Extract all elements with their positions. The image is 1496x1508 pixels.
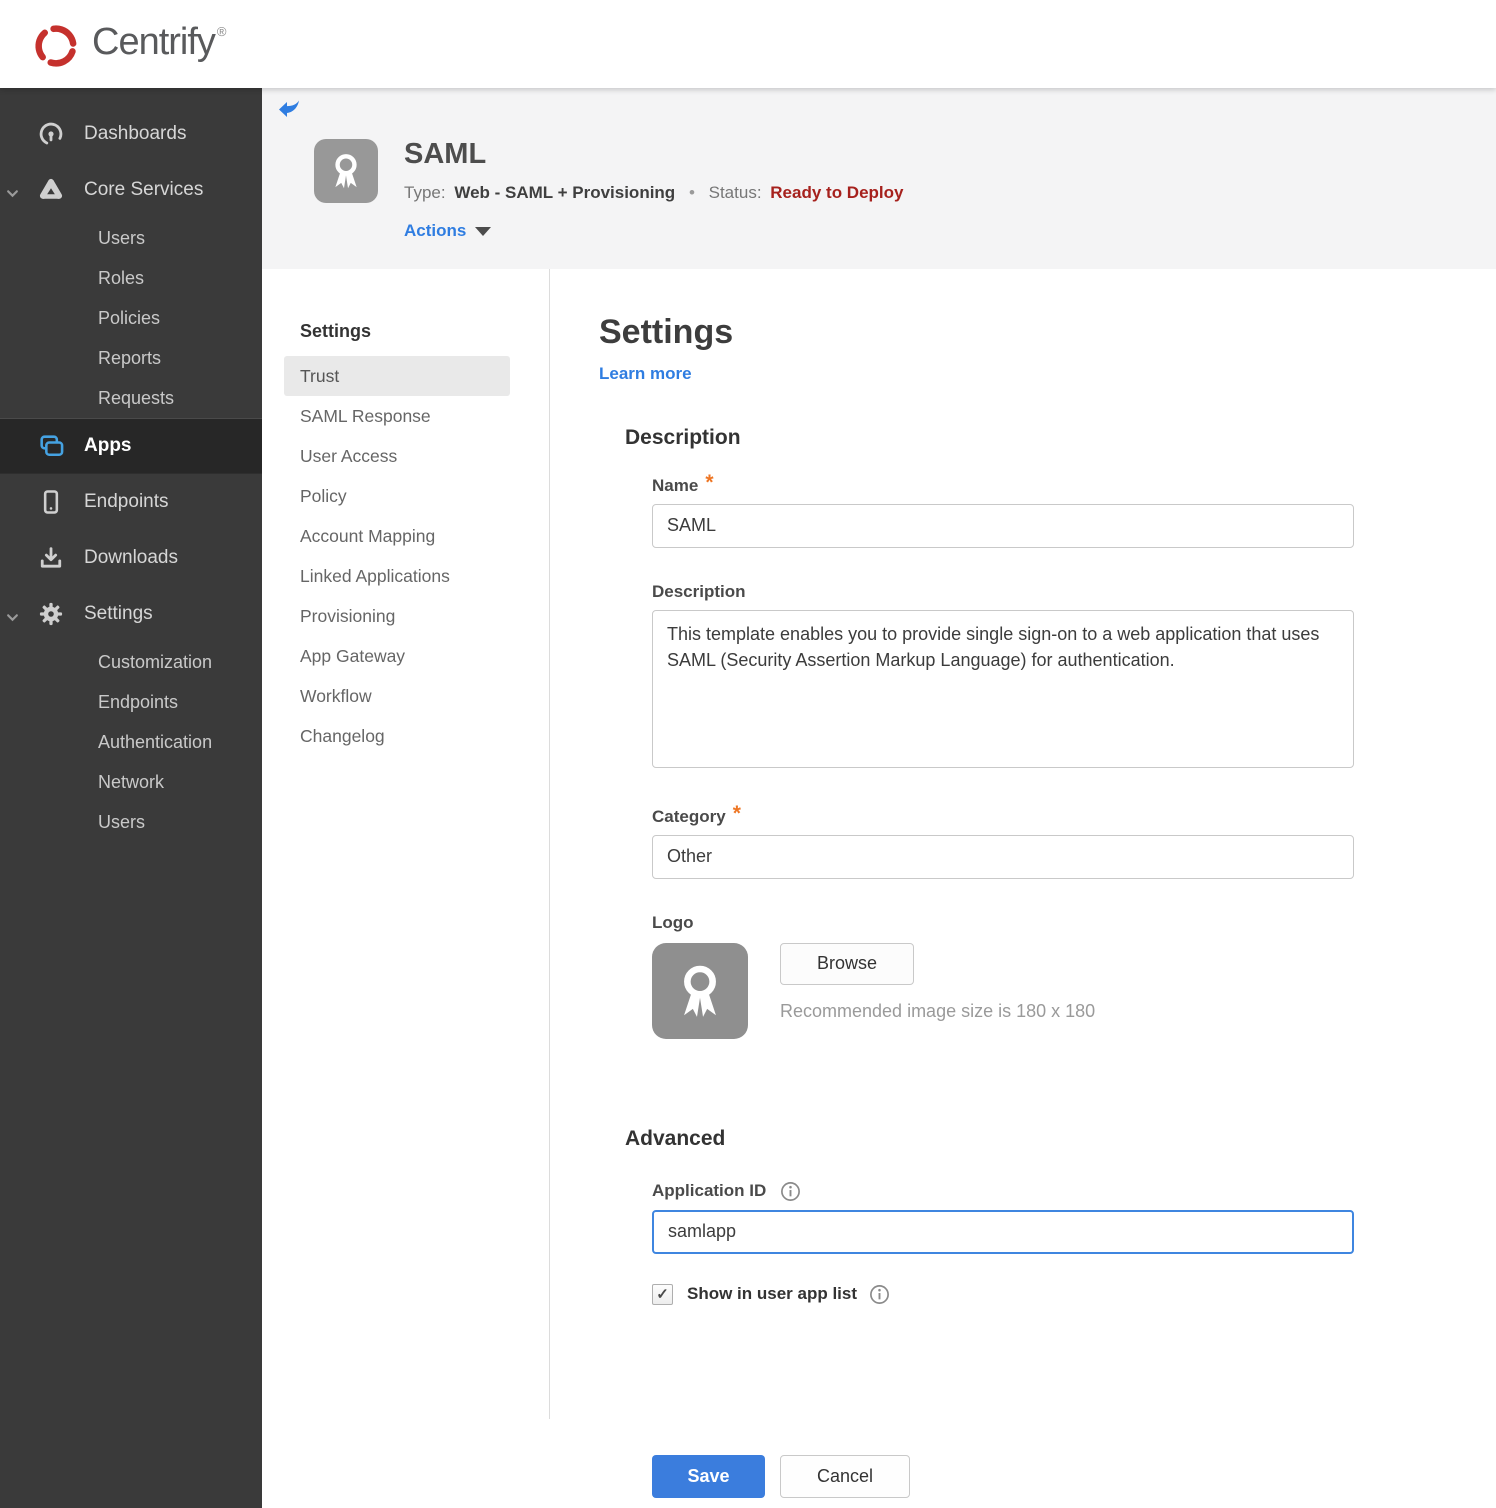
sidebar-item-roles[interactable]: Roles (0, 258, 262, 298)
subnav-item-trust[interactable]: Trust (284, 355, 510, 396)
sidebar-item-apps[interactable]: Apps (0, 418, 262, 474)
logo-preview-ribbon-icon (652, 942, 748, 1039)
subnav-item-provisioning[interactable]: Provisioning (284, 596, 510, 636)
status-label: Status: (708, 182, 762, 202)
caret-down-icon (475, 227, 492, 237)
application-id-input[interactable] (652, 1209, 1354, 1254)
logo-label: Logo (652, 912, 694, 932)
page-title: Settings (599, 312, 734, 351)
subnav-item-workflow[interactable]: Workflow (284, 676, 510, 716)
actions-menu-button[interactable]: Actions (404, 221, 903, 241)
app-logo-ribbon-icon (314, 139, 378, 203)
subnav-item-user-access[interactable]: User Access (284, 436, 510, 476)
save-button[interactable]: Save (652, 1454, 765, 1498)
advanced-section-heading: Advanced (625, 1126, 726, 1150)
top-bar: Centrify ® (0, 0, 1496, 88)
app-title: SAML (404, 138, 487, 170)
subnav-header: Settings (300, 320, 372, 341)
actions-label: Actions (404, 220, 467, 240)
gauge-icon (36, 120, 66, 148)
sidebar-label: Dashboards (84, 123, 187, 144)
settings-form: Settings Learn more Description Name * D… (550, 269, 1354, 1498)
centrify-logo: Centrify ® (30, 16, 227, 72)
description-section-heading: Description (625, 425, 741, 449)
back-arrow-icon[interactable] (276, 98, 302, 120)
cancel-button[interactable]: Cancel (780, 1454, 910, 1498)
sidebar-item-authentication[interactable]: Authentication (0, 722, 262, 762)
subnav-item-changelog[interactable]: Changelog (284, 716, 510, 756)
name-input[interactable] (652, 503, 1354, 548)
sidebar-label: Core Services (84, 179, 204, 200)
centrify-swirl-icon (35, 25, 77, 67)
category-label: Category * (652, 801, 741, 826)
page-header: SAML Type: Web - SAML + Provisioning • S… (262, 88, 1496, 269)
sidebar-item-settings[interactable]: Settings (0, 586, 262, 642)
app-meta: Type: Web - SAML + Provisioning • Status… (404, 183, 903, 203)
sidebar-item-downloads[interactable]: Downloads (0, 530, 262, 586)
sidebar-item-endpoints[interactable]: Endpoints (0, 474, 262, 530)
sidebar-label: Settings (84, 603, 153, 624)
info-icon[interactable] (780, 1181, 801, 1202)
logo-size-hint: Recommended image size is 180 x 180 (780, 1000, 1096, 1021)
show-in-user-app-list-label: Show in user app list (687, 1284, 858, 1304)
sidebar-item-requests[interactable]: Requests (0, 378, 262, 418)
category-input[interactable] (652, 834, 1354, 879)
chevron-down-icon (6, 184, 19, 206)
brand-name: Centrify (92, 21, 216, 63)
checkmark-icon: ✓ (656, 1285, 669, 1303)
show-in-user-app-list-checkbox[interactable]: ✓ (652, 1283, 673, 1305)
subnav-item-app-gateway[interactable]: App Gateway (284, 636, 510, 676)
subnav-item-linked-applications[interactable]: Linked Applications (284, 556, 510, 596)
required-asterisk: * (732, 801, 741, 825)
sidebar-item-policies[interactable]: Policies (0, 298, 262, 338)
subnav-item-saml-response[interactable]: SAML Response (284, 396, 510, 436)
sidebar-item-dashboards[interactable]: Dashboards (0, 106, 262, 162)
sidebar-item-network[interactable]: Network (0, 762, 262, 802)
registered-mark: ® (216, 24, 227, 39)
sidebar-item-reports[interactable]: Reports (0, 338, 262, 378)
chevron-down-icon (6, 608, 19, 630)
smartphone-icon (36, 488, 66, 516)
info-icon[interactable] (869, 1284, 890, 1305)
subnav-item-account-mapping[interactable]: Account Mapping (284, 516, 510, 556)
sidebar-item-users[interactable]: Users (0, 218, 262, 258)
type-value: Web - SAML + Provisioning (454, 182, 676, 202)
learn-more-link[interactable]: Learn more (599, 364, 692, 384)
description-textarea[interactable]: This template enables you to provide sin… (652, 609, 1354, 768)
sidebar-item-settings-users[interactable]: Users (0, 802, 262, 842)
sidebar-label: Endpoints (84, 491, 169, 512)
description-label: Description (652, 581, 746, 601)
sidebar-item-settings-endpoints[interactable]: Endpoints (0, 682, 262, 722)
download-icon (36, 544, 66, 572)
sidebar-item-customization[interactable]: Customization (0, 642, 262, 682)
sidebar-label: Apps (84, 435, 132, 456)
status-value: Ready to Deploy (770, 182, 904, 202)
settings-subnav: Settings Trust SAML Response User Access… (262, 268, 550, 1419)
type-label: Type: (404, 182, 446, 202)
core-services-icon (36, 176, 66, 204)
name-label: Name * (652, 470, 714, 495)
sidebar: Dashboards Core Services Users Roles Pol… (0, 88, 262, 1508)
browse-button[interactable]: Browse (780, 942, 914, 985)
required-asterisk: * (705, 470, 714, 494)
sidebar-label: Downloads (84, 547, 178, 568)
subnav-item-policy[interactable]: Policy (284, 476, 510, 516)
gear-icon (36, 600, 66, 628)
apps-icon (36, 432, 66, 460)
meta-separator: • (688, 182, 695, 202)
sidebar-item-core-services[interactable]: Core Services (0, 162, 262, 218)
application-id-label: Application ID (652, 1181, 1354, 1202)
